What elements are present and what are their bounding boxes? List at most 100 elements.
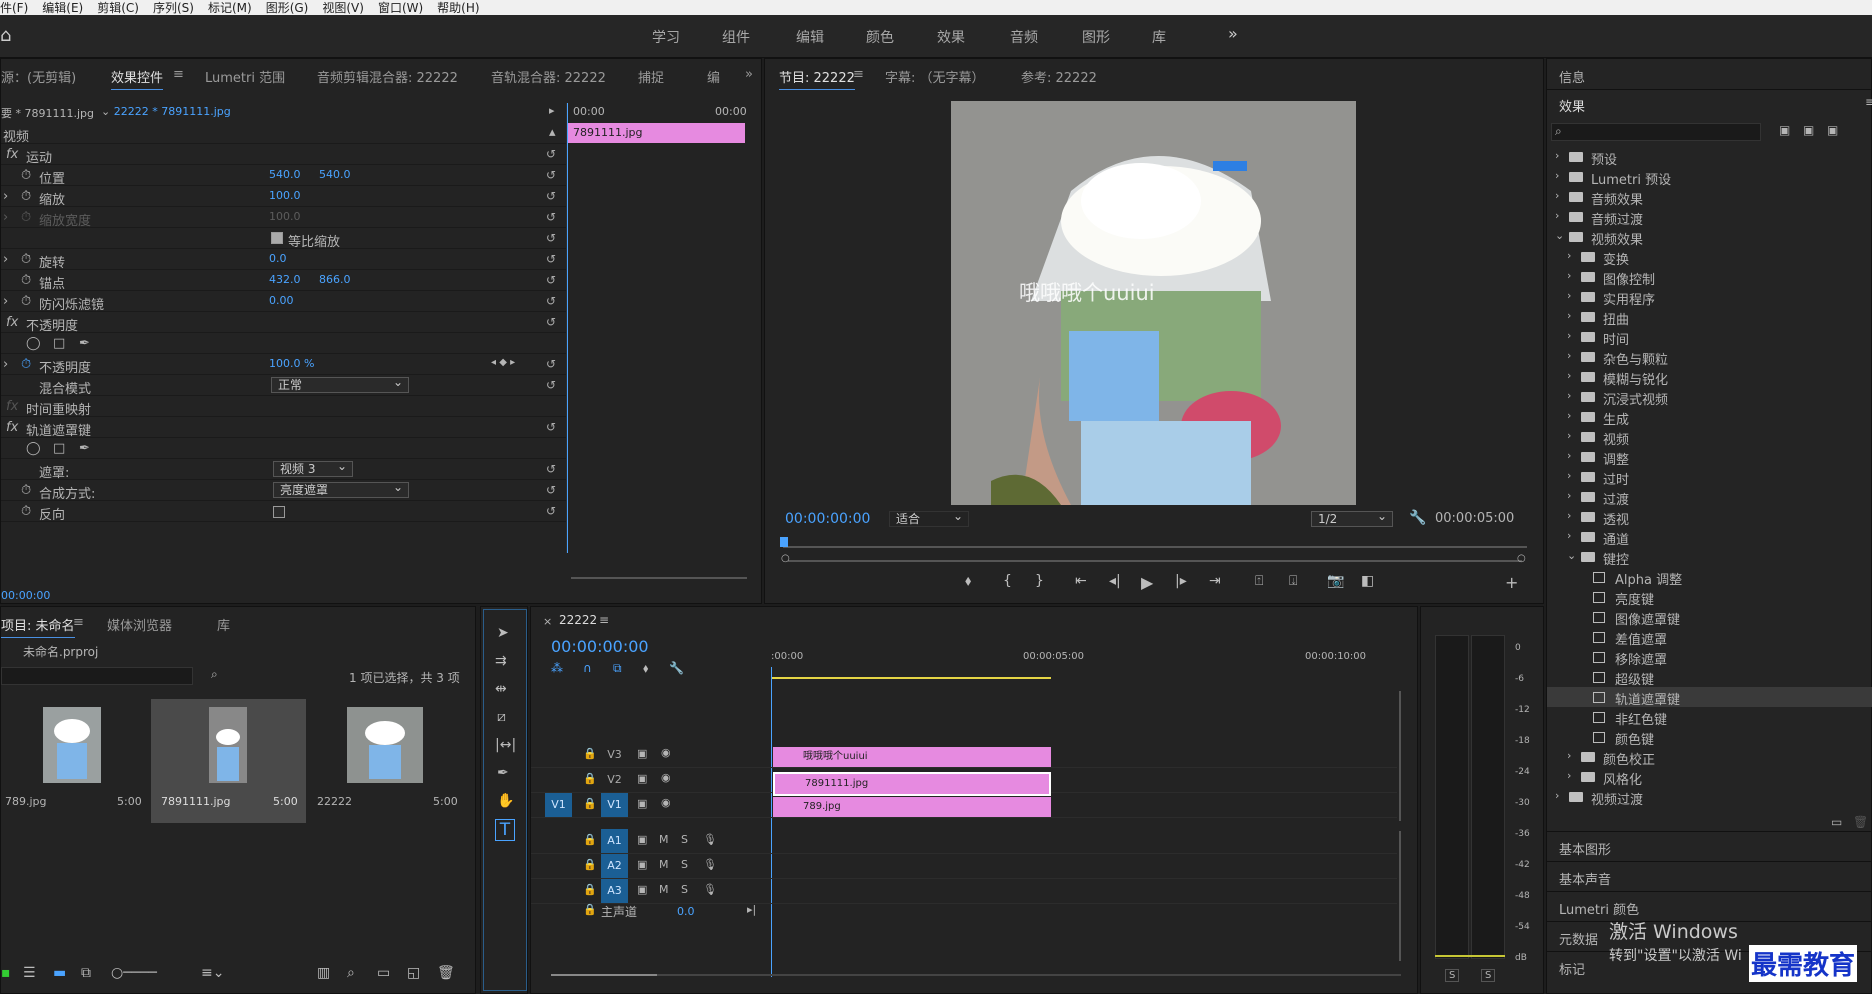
rect-mask-icon[interactable]: □: [53, 336, 65, 351]
effects-tree-item[interactable]: › 生成: [1547, 407, 1872, 428]
track-target-a2[interactable]: A2: [601, 854, 628, 878]
sync-lock-icon[interactable]: ▣: [637, 833, 647, 846]
chevron-right-icon[interactable]: ›: [1567, 289, 1571, 302]
mark-in-icon[interactable]: {: [1003, 573, 1012, 589]
stopwatch-icon[interactable]: ⏱: [21, 168, 31, 183]
nest-icon[interactable]: ⁂: [551, 661, 563, 675]
effects-tree-item[interactable]: › 模糊与锐化: [1547, 367, 1872, 388]
workspace-5[interactable]: 音频: [1010, 27, 1038, 47]
effects-tree-item[interactable]: › 图像控制: [1547, 267, 1872, 288]
chevron-down-icon[interactable]: ⌄: [1555, 229, 1564, 242]
chevron-right-icon[interactable]: ›: [1567, 329, 1571, 342]
list-view-icon[interactable]: ☰: [23, 965, 36, 981]
effects-tree-item[interactable]: › 视频过渡: [1547, 787, 1872, 808]
solo-left-button[interactable]: S: [1445, 969, 1460, 982]
linked-selection-icon[interactable]: ⧉: [613, 661, 622, 676]
effects-tree-item[interactable]: Alpha 调整: [1547, 567, 1872, 588]
mic-icon[interactable]: 🎙: [703, 833, 717, 846]
chevron-right-icon[interactable]: ›: [1567, 389, 1571, 402]
blend-mode-select[interactable]: 正常: [271, 375, 409, 393]
tab-effect-controls[interactable]: 效果控件: [111, 67, 164, 90]
effects-tree-item[interactable]: 轨道遮罩键: [1547, 687, 1872, 708]
lock-icon[interactable]: 🔒: [583, 772, 597, 785]
track-target-v2[interactable]: V2: [601, 768, 628, 792]
workspace-4[interactable]: 效果: [937, 27, 965, 47]
menu-item-5[interactable]: 图形(G): [266, 0, 309, 16]
menu-item-4[interactable]: 标记(M): [208, 0, 252, 16]
reset-icon[interactable]: ↺: [546, 273, 556, 287]
home-icon[interactable]: ⌂: [0, 25, 11, 46]
project-item-1[interactable]: 7891111.jpg 5:00: [151, 699, 306, 823]
tab-reference[interactable]: 参考: 22222: [1021, 67, 1097, 86]
uniform-scale-checkbox[interactable]: [271, 232, 283, 244]
ellipse-mask-icon[interactable]: ◯: [26, 441, 41, 456]
scale-row[interactable]: › ⏱ 缩放 100.0 ↺: [1, 186, 566, 208]
sync-lock-icon[interactable]: ▣: [637, 797, 647, 810]
reset-icon[interactable]: ↺: [546, 252, 556, 266]
track-target-v3[interactable]: V3: [601, 743, 628, 767]
chevron-right-icon[interactable]: ›: [1555, 169, 1559, 182]
chevron-right-icon[interactable]: ›: [1567, 509, 1571, 522]
chevron-right-icon[interactable]: ›: [1567, 309, 1571, 322]
effects-tree-item[interactable]: › 沉浸式视频: [1547, 387, 1872, 408]
lock-icon[interactable]: ▪: [1, 965, 11, 981]
hand-tool-icon[interactable]: ✋: [497, 793, 514, 809]
chevron-right-icon[interactable]: ›: [1555, 149, 1559, 162]
track-target-a1[interactable]: A1: [601, 829, 628, 853]
sync-lock-icon[interactable]: ▣: [637, 747, 647, 760]
effects-tree-item[interactable]: › 扭曲: [1547, 307, 1872, 328]
effects-tree-item[interactable]: 非红色键: [1547, 707, 1872, 728]
workspace-6[interactable]: 图形: [1082, 27, 1110, 47]
anchor-y[interactable]: 866.0: [319, 273, 351, 286]
video-frame[interactable]: 哦哦哦个uuiui: [951, 101, 1356, 505]
delete-icon[interactable]: 🗑: [1853, 815, 1868, 829]
32bit-effects-icon[interactable]: ▣: [1803, 123, 1814, 137]
position-row[interactable]: ⏱ 位置 540.0 540.0 ↺: [1, 165, 566, 187]
effects-tree-item[interactable]: › 预设: [1547, 147, 1872, 168]
effects-tree-item[interactable]: › 视频: [1547, 427, 1872, 448]
find-icon[interactable]: ⌕: [211, 667, 218, 682]
wrench-icon[interactable]: 🔧: [1409, 510, 1426, 526]
delete-icon[interactable]: 🗑: [437, 965, 455, 981]
chevron-right-icon[interactable]: ›: [1567, 429, 1571, 442]
add-marker-icon[interactable]: ⬧: [965, 573, 971, 589]
close-icon[interactable]: ×: [543, 615, 552, 628]
program-scrubber[interactable]: [780, 537, 1527, 549]
workspace-1[interactable]: 组件: [722, 27, 750, 47]
snap-icon[interactable]: ∩: [583, 661, 592, 675]
chevron-right-icon[interactable]: ›: [1567, 349, 1571, 362]
motion-row[interactable]: fx 运动 ↺: [1, 144, 566, 166]
tab-audio-track-mixer[interactable]: 音轨混合器: 22222: [491, 67, 606, 86]
overlay-caption[interactable]: 哦哦哦个uuiui: [1019, 277, 1155, 307]
project-item-2[interactable]: 22222 5:00: [311, 699, 465, 823]
effects-tree-item[interactable]: ⌄ 键控: [1547, 547, 1872, 568]
chevron-right-icon[interactable]: ›: [1567, 369, 1571, 382]
program-timecode[interactable]: 00:00:00:00: [785, 511, 870, 527]
effects-tree-item[interactable]: 颜色键: [1547, 727, 1872, 748]
effects-tree-item[interactable]: › 颜色校正: [1547, 747, 1872, 768]
effects-tree-item[interactable]: › 实用程序: [1547, 287, 1872, 308]
anchor-x[interactable]: 432.0: [269, 273, 301, 286]
sync-lock-icon[interactable]: ▣: [637, 883, 647, 896]
timeline-playhead[interactable]: [771, 667, 772, 977]
add-marker-icon[interactable]: ⬧: [643, 661, 648, 676]
track-a3[interactable]: 🔒 A3 ▣ M S 🎙: [531, 879, 1397, 904]
type-tool-icon[interactable]: T: [495, 819, 515, 841]
tab-edit[interactable]: 编: [707, 67, 720, 86]
freeform-view-icon[interactable]: ⧉: [81, 965, 91, 981]
reset-icon[interactable]: ↺: [546, 294, 556, 308]
menu-item-1[interactable]: 编辑(E): [42, 0, 83, 16]
chevron-right-icon[interactable]: ›: [1555, 189, 1559, 202]
lock-icon[interactable]: 🔒: [583, 747, 597, 760]
solo-button[interactable]: S: [681, 858, 688, 871]
automate-icon[interactable]: ▥: [317, 965, 330, 981]
panel-menu-icon[interactable]: ≡: [173, 67, 184, 82]
panel-menu-icon[interactable]: ≡: [1865, 95, 1872, 109]
effects-tree-item[interactable]: 移除遮罩: [1547, 647, 1872, 668]
program-playhead[interactable]: [780, 537, 788, 547]
effects-tree-item[interactable]: › 过时: [1547, 467, 1872, 488]
new-item-icon[interactable]: ◱: [407, 965, 420, 981]
effects-tree-item[interactable]: › 变换: [1547, 247, 1872, 268]
chevron-down-icon[interactable]: ⌄: [1567, 549, 1576, 562]
effects-tree-item[interactable]: 超级键: [1547, 667, 1872, 688]
